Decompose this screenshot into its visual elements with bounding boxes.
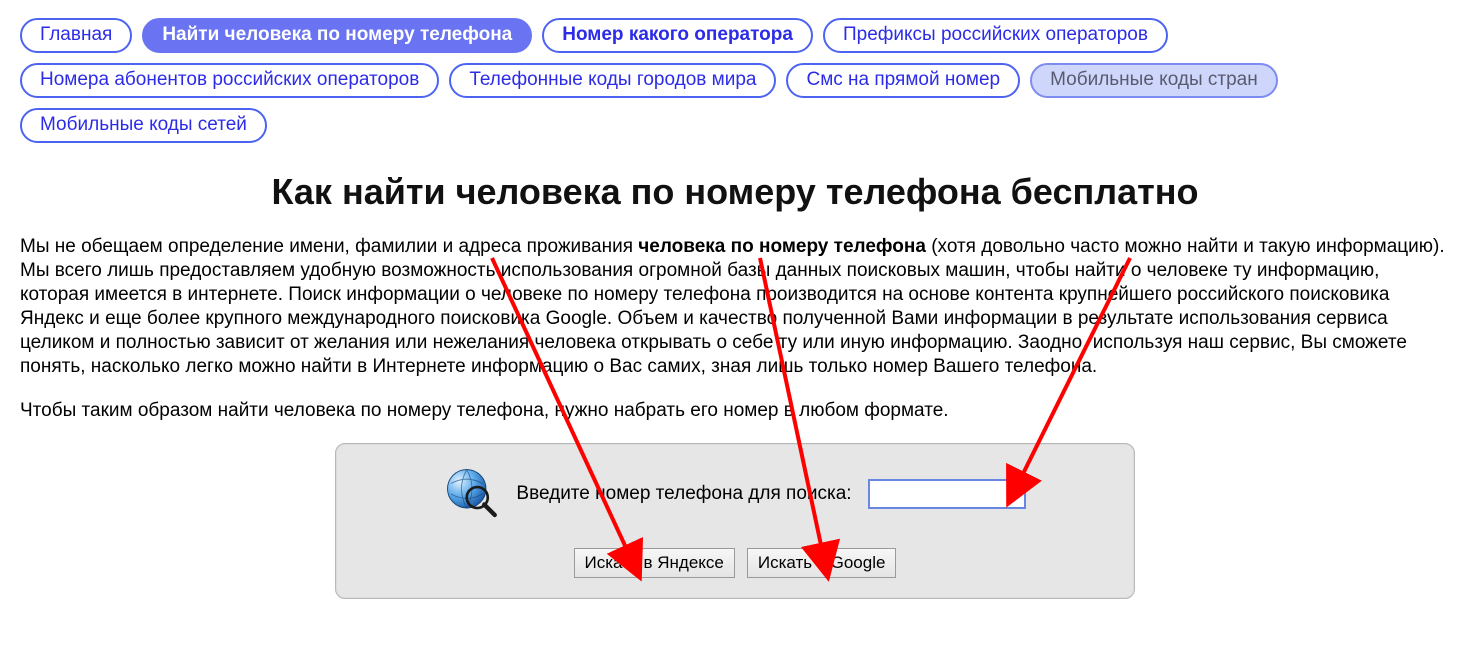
intro-text-bold: человека по номеру телефона — [638, 236, 926, 257]
search-panel: Введите номер телефона для поиска: Искат… — [335, 443, 1135, 599]
search-label: Введите номер телефона для поиска: — [516, 483, 851, 505]
intro-text-after: (хотя довольно часто можно найти и такую… — [20, 236, 1445, 377]
nav-item-operator-prefixes[interactable]: Префиксы российских операторов — [823, 18, 1168, 53]
page-title: Как найти человека по номеру телефона бе… — [20, 171, 1450, 213]
nav-item-find-by-phone[interactable]: Найти человека по номеру телефона — [142, 18, 532, 53]
search-google-button[interactable]: Искать в Google — [747, 548, 897, 578]
nav-item-city-codes[interactable]: Телефонные коды городов мира — [449, 63, 776, 98]
nav-item-country-codes[interactable]: Мобильные коды стран — [1030, 63, 1278, 98]
phone-input[interactable] — [868, 479, 1026, 509]
top-nav: Главная Найти человека по номеру телефон… — [20, 18, 1450, 143]
nav-item-operator-subscribers[interactable]: Номера абонентов российских операторов — [20, 63, 439, 98]
globe-search-icon — [444, 466, 500, 522]
nav-item-sms-direct[interactable]: Смс на прямой номер — [786, 63, 1020, 98]
search-buttons-row: Искать в Яндексе Искать в Google — [364, 548, 1106, 578]
nav-item-main[interactable]: Главная — [20, 18, 132, 53]
nav-item-operator-number[interactable]: Номер какого оператора — [542, 18, 813, 53]
intro-paragraph: Мы не обещаем определение имени, фамилии… — [20, 235, 1450, 379]
search-yandex-button[interactable]: Искать в Яндексе — [574, 548, 735, 578]
nav-item-network-codes[interactable]: Мобильные коды сетей — [20, 108, 267, 143]
instruction-paragraph: Чтобы таким образом найти человека по но… — [20, 399, 1450, 423]
intro-text-before: Мы не обещаем определение имени, фамилии… — [20, 236, 638, 257]
search-row: Введите номер телефона для поиска: — [364, 466, 1106, 522]
